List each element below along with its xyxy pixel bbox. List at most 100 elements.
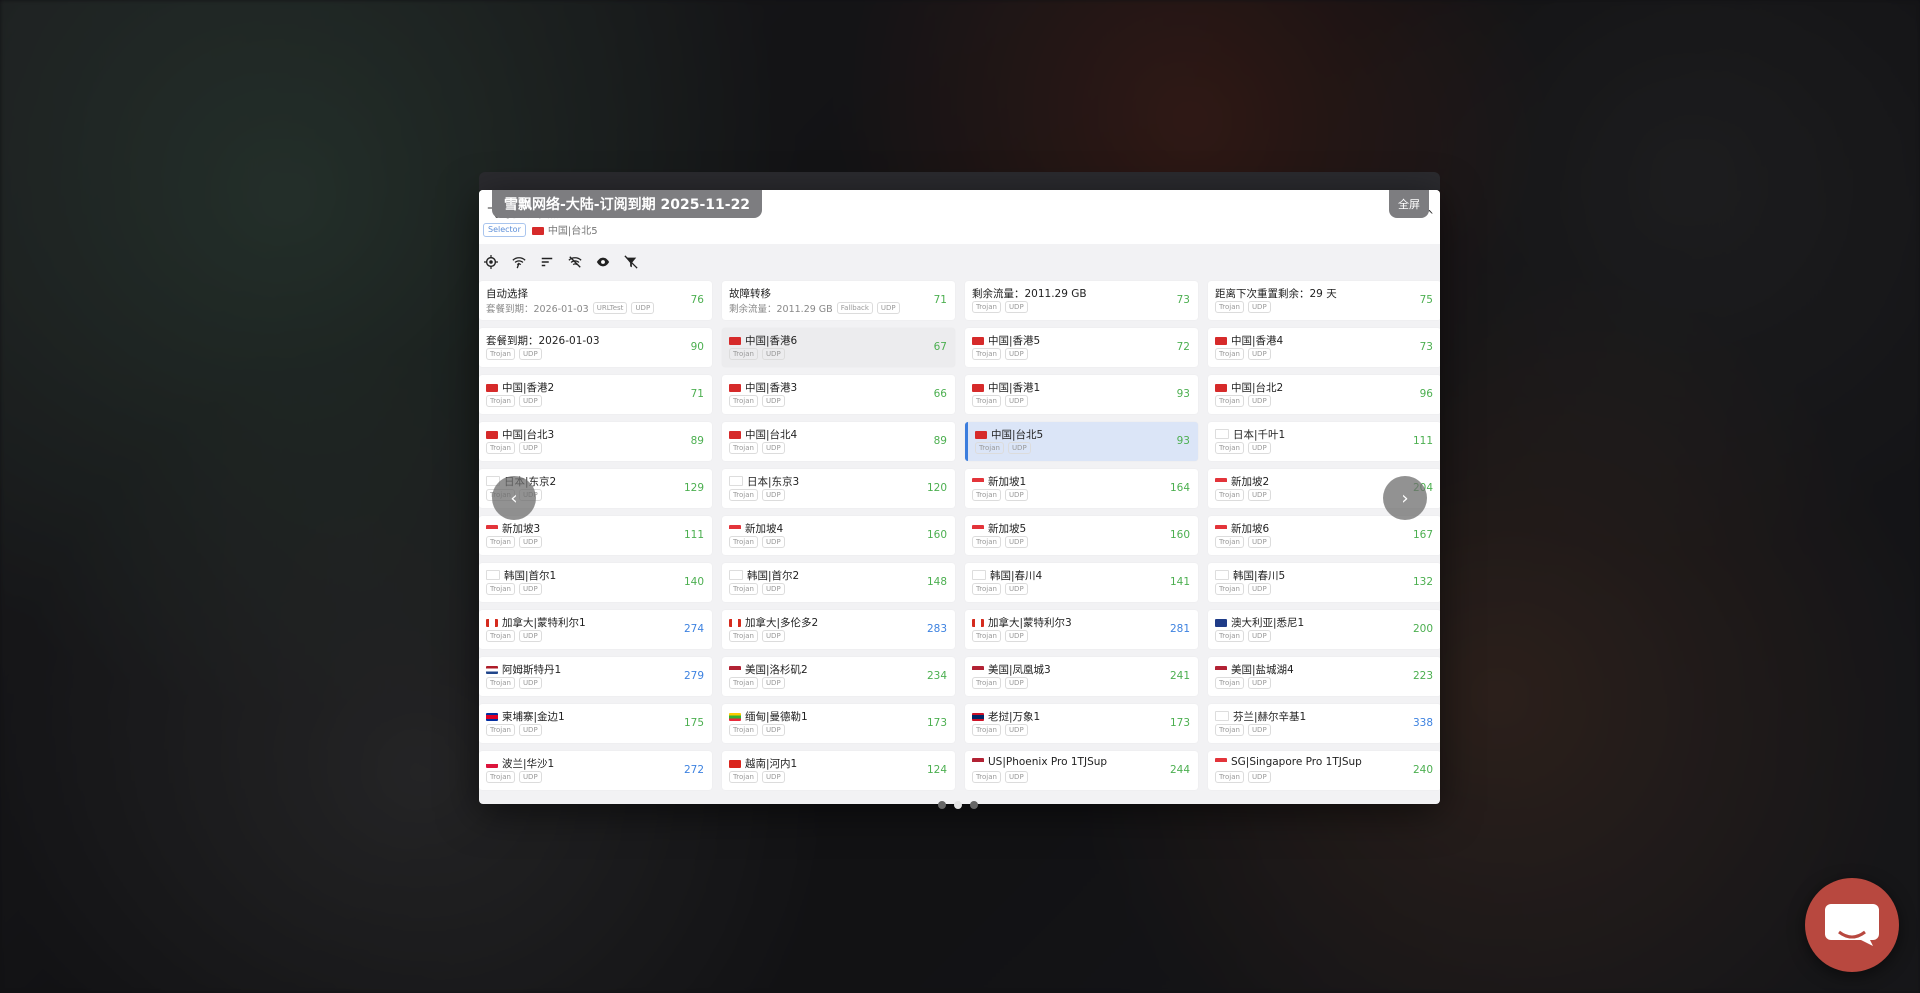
locate-icon[interactable] bbox=[483, 254, 499, 270]
proxy-node-card[interactable]: 自动选择 套餐到期：2026-01-03 URLTest UDP 76 bbox=[479, 281, 712, 320]
proxy-node-card[interactable]: 加拿大|蒙特利尔3 Trojan UDP 281 bbox=[965, 610, 1198, 649]
node-delay[interactable]: 241 bbox=[1170, 670, 1190, 682]
chat-launcher-button[interactable] bbox=[1805, 878, 1899, 972]
node-delay[interactable]: 75 bbox=[1420, 294, 1433, 306]
fullscreen-button[interactable]: 全屏 bbox=[1389, 190, 1429, 218]
proxy-node-card[interactable]: 阿姆斯特丹1 Trojan UDP 279 bbox=[479, 657, 712, 696]
node-delay[interactable]: 223 bbox=[1413, 670, 1433, 682]
proxy-node-card[interactable]: 中国|台北4 Trojan UDP 89 bbox=[722, 422, 955, 461]
proxy-node-card[interactable]: 越南|河内1 Trojan UDP 124 bbox=[722, 751, 955, 790]
proxy-node-card[interactable]: 韩国|春川5 Trojan UDP 132 bbox=[1208, 563, 1440, 602]
page-dot-3[interactable] bbox=[970, 801, 978, 809]
node-delay[interactable]: 140 bbox=[684, 576, 704, 588]
proxy-node-card[interactable]: 中国|台北3 Trojan UDP 89 bbox=[479, 422, 712, 461]
proxy-node-card[interactable]: 中国|香港3 Trojan UDP 66 bbox=[722, 375, 955, 414]
proxy-node-card[interactable]: 中国|香港2 Trojan UDP 71 bbox=[479, 375, 712, 414]
next-arrow-icon[interactable]: › bbox=[1383, 476, 1427, 520]
node-delay[interactable]: 67 bbox=[934, 341, 947, 353]
proxy-node-card[interactable]: 中国|台北5 Trojan UDP 93 bbox=[965, 422, 1198, 461]
node-delay[interactable]: 72 bbox=[1177, 341, 1190, 353]
proxy-node-card[interactable]: 韩国|春川4 Trojan UDP 141 bbox=[965, 563, 1198, 602]
proxy-node-card[interactable]: 缅甸|曼德勒1 Trojan UDP 173 bbox=[722, 704, 955, 743]
proxy-node-card[interactable]: 中国|香港5 Trojan UDP 72 bbox=[965, 328, 1198, 367]
eye-icon[interactable] bbox=[595, 254, 611, 270]
node-delay[interactable]: 93 bbox=[1177, 388, 1190, 400]
proxy-node-card[interactable]: 美国|盐城湖4 Trojan UDP 223 bbox=[1208, 657, 1440, 696]
node-delay[interactable]: 281 bbox=[1170, 623, 1190, 635]
node-delay[interactable]: 71 bbox=[691, 388, 704, 400]
node-delay[interactable]: 141 bbox=[1170, 576, 1190, 588]
node-delay[interactable]: 124 bbox=[927, 764, 947, 776]
proxy-node-card[interactable]: 新加坡4 Trojan UDP 160 bbox=[722, 516, 955, 555]
sort-icon[interactable] bbox=[539, 254, 555, 270]
page-dot-1[interactable] bbox=[938, 801, 946, 809]
node-delay[interactable]: 90 bbox=[691, 341, 704, 353]
node-delay[interactable]: 89 bbox=[691, 435, 704, 447]
node-type-tag: UDP bbox=[1004, 677, 1028, 689]
node-delay[interactable]: 73 bbox=[1177, 294, 1190, 306]
proxy-node-card[interactable]: SG|Singapore Pro 1TJSup Trojan UDP 240 bbox=[1208, 751, 1440, 790]
test-delay-icon[interactable] bbox=[511, 254, 527, 270]
proxy-node-card[interactable]: 加拿大|蒙特利尔1 Trojan UDP 274 bbox=[479, 610, 712, 649]
node-delay[interactable]: 129 bbox=[684, 482, 704, 494]
proxy-node-card[interactable]: 中国|香港6 Trojan UDP 67 bbox=[722, 328, 955, 367]
proxy-node-card[interactable]: 新加坡1 Trojan UDP 164 bbox=[965, 469, 1198, 508]
node-delay[interactable]: 234 bbox=[927, 670, 947, 682]
node-delay[interactable]: 160 bbox=[1170, 529, 1190, 541]
proxy-node-card[interactable]: 新加坡5 Trojan UDP 160 bbox=[965, 516, 1198, 555]
proxy-node-card[interactable]: 美国|凤凰城3 Trojan UDP 241 bbox=[965, 657, 1198, 696]
prev-arrow-icon[interactable]: ‹ bbox=[492, 476, 536, 520]
proxy-node-card[interactable]: 剩余流量：2011.29 GB Trojan UDP 73 bbox=[965, 281, 1198, 320]
node-delay[interactable]: 120 bbox=[927, 482, 947, 494]
proxy-node-card[interactable]: 日本|东京3 Trojan UDP 120 bbox=[722, 469, 955, 508]
proxy-node-card[interactable]: 加拿大|多伦多2 Trojan UDP 283 bbox=[722, 610, 955, 649]
node-delay[interactable]: 132 bbox=[1413, 576, 1433, 588]
proxy-node-card[interactable]: 套餐到期：2026-01-03 Trojan UDP 90 bbox=[479, 328, 712, 367]
proxy-node-card[interactable]: 中国|台北2 Trojan UDP 96 bbox=[1208, 375, 1440, 414]
node-delay[interactable]: 89 bbox=[934, 435, 947, 447]
node-delay[interactable]: 279 bbox=[684, 670, 704, 682]
node-delay[interactable]: 173 bbox=[927, 717, 947, 729]
proxy-node-card[interactable]: 故障转移 剩余流量：2011.29 GB Fallback UDP 71 bbox=[722, 281, 955, 320]
proxy-node-card[interactable]: 老挝|万象1 Trojan UDP 173 bbox=[965, 704, 1198, 743]
node-delay[interactable]: 173 bbox=[1170, 717, 1190, 729]
proxy-node-card[interactable]: 中国|香港1 Trojan UDP 93 bbox=[965, 375, 1198, 414]
node-delay[interactable]: 283 bbox=[927, 623, 947, 635]
node-delay[interactable]: 240 bbox=[1413, 764, 1433, 776]
proxy-node-card[interactable]: 距离下次重置剩余：29 天 Trojan UDP 75 bbox=[1208, 281, 1440, 320]
proxy-node-card[interactable]: 新加坡6 Trojan UDP 167 bbox=[1208, 516, 1440, 555]
node-delay[interactable]: 111 bbox=[1413, 435, 1433, 447]
node-delay[interactable]: 272 bbox=[684, 764, 704, 776]
node-delay[interactable]: 148 bbox=[927, 576, 947, 588]
node-delay[interactable]: 175 bbox=[684, 717, 704, 729]
node-delay[interactable]: 96 bbox=[1420, 388, 1433, 400]
proxy-node-card[interactable]: 韩国|首尔2 Trojan UDP 148 bbox=[722, 563, 955, 602]
node-delay[interactable]: 66 bbox=[934, 388, 947, 400]
node-delay[interactable]: 167 bbox=[1413, 529, 1433, 541]
node-delay[interactable]: 160 bbox=[927, 529, 947, 541]
node-delay[interactable]: 338 bbox=[1413, 717, 1433, 729]
node-delay[interactable]: 76 bbox=[691, 294, 704, 306]
node-delay[interactable]: 111 bbox=[684, 529, 704, 541]
node-delay[interactable]: 244 bbox=[1170, 764, 1190, 776]
filter-off-icon[interactable] bbox=[623, 254, 639, 270]
proxy-node-card[interactable]: 新加坡3 Trojan UDP 111 bbox=[479, 516, 712, 555]
proxy-node-card[interactable]: 韩国|首尔1 Trojan UDP 140 bbox=[479, 563, 712, 602]
proxy-node-card[interactable]: 波兰|华沙1 Trojan UDP 272 bbox=[479, 751, 712, 790]
proxy-node-card[interactable]: 澳大利亚|悉尼1 Trojan UDP 200 bbox=[1208, 610, 1440, 649]
proxy-node-card[interactable]: 中国|香港4 Trojan UDP 73 bbox=[1208, 328, 1440, 367]
node-delay[interactable]: 274 bbox=[684, 623, 704, 635]
node-delay[interactable]: 164 bbox=[1170, 482, 1190, 494]
node-type-tag: Trojan bbox=[729, 724, 758, 736]
page-dot-2[interactable] bbox=[954, 801, 962, 809]
hide-unavailable-icon[interactable] bbox=[567, 254, 583, 270]
proxy-node-card[interactable]: 日本|千叶1 Trojan UDP 111 bbox=[1208, 422, 1440, 461]
node-delay[interactable]: 93 bbox=[1177, 435, 1190, 447]
proxy-node-card[interactable]: 美国|洛杉矶2 Trojan UDP 234 bbox=[722, 657, 955, 696]
node-delay[interactable]: 200 bbox=[1413, 623, 1433, 635]
node-delay[interactable]: 71 bbox=[934, 294, 947, 306]
proxy-node-card[interactable]: US|Phoenix Pro 1TJSup Trojan UDP 244 bbox=[965, 751, 1198, 790]
node-delay[interactable]: 73 bbox=[1420, 341, 1433, 353]
proxy-node-card[interactable]: 柬埔寨|金边1 Trojan UDP 175 bbox=[479, 704, 712, 743]
proxy-node-card[interactable]: 芬兰|赫尔辛基1 Trojan UDP 338 bbox=[1208, 704, 1440, 743]
